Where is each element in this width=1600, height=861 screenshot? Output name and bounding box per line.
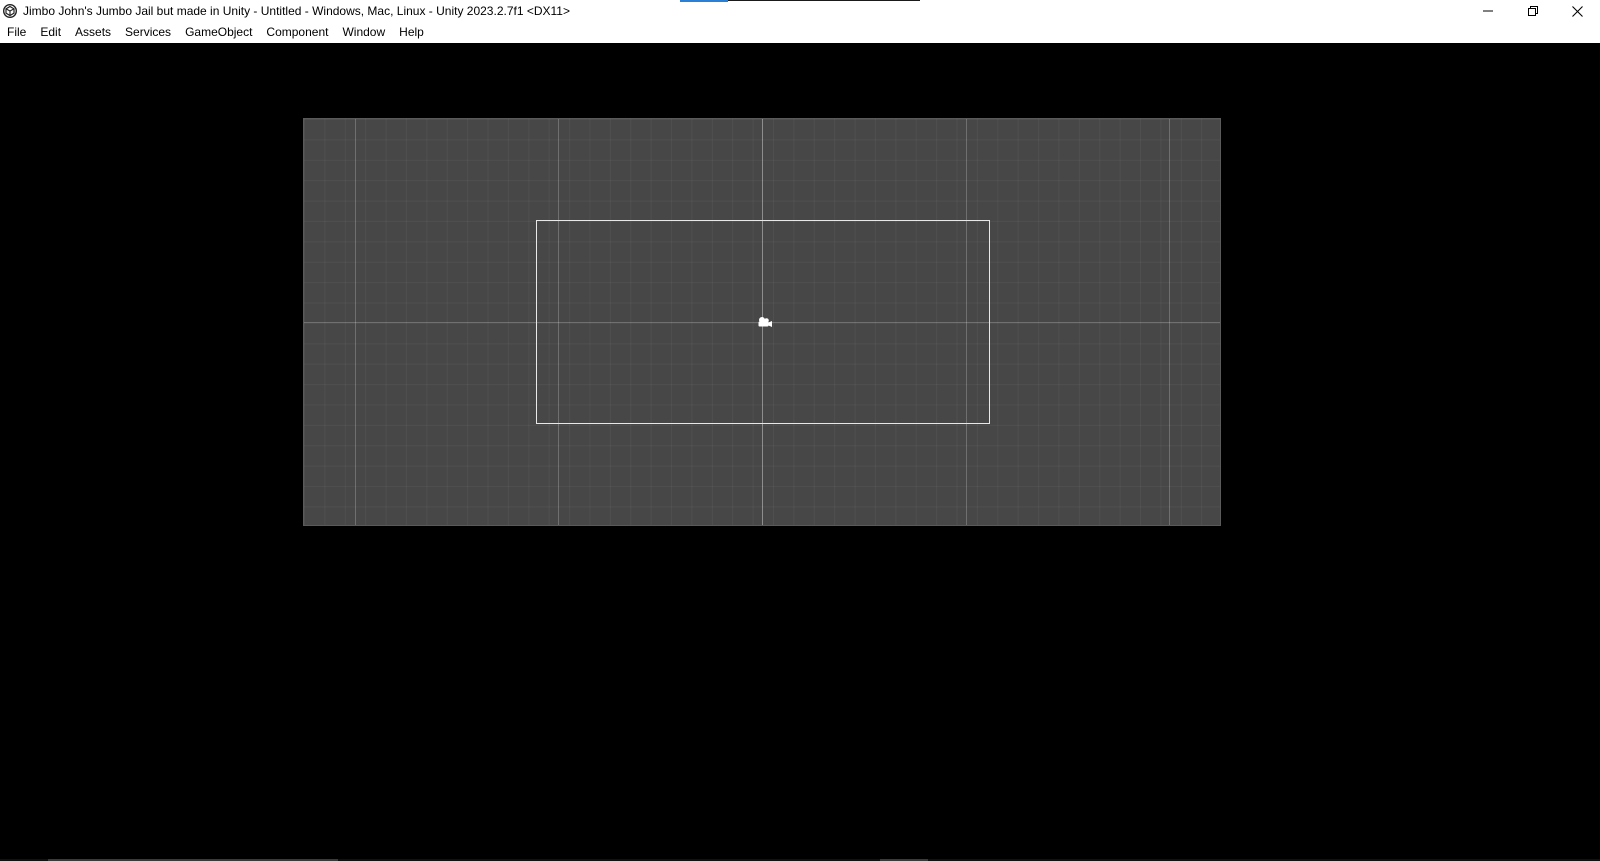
- window-controls: [1465, 0, 1600, 22]
- menu-window[interactable]: Window: [335, 22, 392, 43]
- scene-grid[interactable]: [303, 118, 1221, 526]
- menu-help[interactable]: Help: [392, 22, 431, 43]
- menu-component[interactable]: Component: [259, 22, 335, 43]
- menu-assets[interactable]: Assets: [68, 22, 118, 43]
- menu-bar: File Edit Assets Services GameObject Com…: [0, 22, 1600, 43]
- restore-button[interactable]: [1510, 0, 1555, 22]
- scene-viewport[interactable]: [0, 43, 1600, 861]
- close-button[interactable]: [1555, 0, 1600, 22]
- minimize-icon: [1482, 6, 1493, 16]
- title-progress-track: [680, 0, 920, 2]
- menu-services[interactable]: Services: [118, 22, 178, 43]
- close-icon: [1572, 5, 1583, 17]
- menu-gameobject[interactable]: GameObject: [178, 22, 259, 43]
- window-title: Jimbo John's Jumbo Jail but made in Unit…: [23, 4, 570, 18]
- menu-edit[interactable]: Edit: [33, 22, 68, 43]
- menu-file[interactable]: File: [0, 22, 33, 43]
- unity-logo-icon[interactable]: [2, 3, 18, 19]
- unity-editor-window: Jimbo John's Jumbo Jail but made in Unit…: [0, 0, 1600, 861]
- title-progress-fill: [680, 0, 728, 2]
- title-bar[interactable]: Jimbo John's Jumbo Jail but made in Unit…: [0, 0, 1600, 22]
- restore-icon: [1527, 6, 1538, 16]
- minimize-button[interactable]: [1465, 0, 1510, 22]
- camera-gizmo-icon[interactable]: [755, 315, 773, 329]
